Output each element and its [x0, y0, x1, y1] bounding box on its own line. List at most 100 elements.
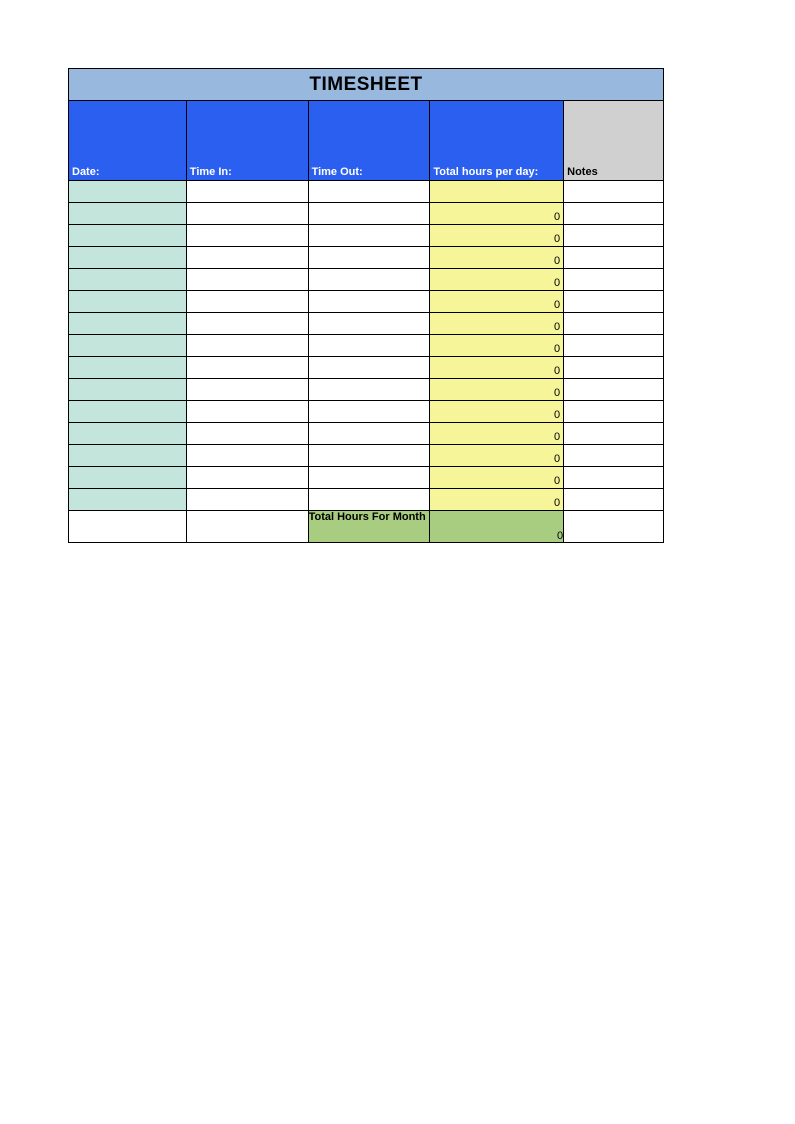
date-cell[interactable] [69, 181, 187, 203]
date-cell[interactable] [69, 313, 187, 335]
total-cell: 0 [430, 203, 564, 225]
notes-cell[interactable] [564, 181, 664, 203]
total-cell: 0 [430, 379, 564, 401]
time-in-cell[interactable] [186, 379, 308, 401]
date-cell[interactable] [69, 291, 187, 313]
total-cell: 0 [430, 269, 564, 291]
date-cell[interactable] [69, 401, 187, 423]
header-total: Total hours per day: [430, 101, 564, 181]
time-in-cell[interactable] [186, 489, 308, 511]
total-month-label: Total Hours For Month [308, 511, 430, 543]
time-out-cell[interactable] [308, 291, 430, 313]
header-time-out: Time Out: [308, 101, 430, 181]
date-cell[interactable] [69, 423, 187, 445]
time-in-cell[interactable] [186, 401, 308, 423]
notes-cell[interactable] [564, 291, 664, 313]
table-row: 0 [69, 357, 664, 379]
date-cell[interactable] [69, 269, 187, 291]
total-cell: 0 [430, 313, 564, 335]
notes-cell[interactable] [564, 203, 664, 225]
date-cell[interactable] [69, 489, 187, 511]
time-in-cell[interactable] [186, 269, 308, 291]
time-out-cell[interactable] [308, 401, 430, 423]
table-row: 0 [69, 489, 664, 511]
header-date: Date: [69, 101, 187, 181]
sheet-title: TIMESHEET [69, 69, 664, 101]
date-cell[interactable] [69, 467, 187, 489]
table-row: 0 [69, 313, 664, 335]
date-cell[interactable] [69, 357, 187, 379]
time-out-cell[interactable] [308, 335, 430, 357]
table-row: 0 [69, 269, 664, 291]
total-cell: 0 [430, 335, 564, 357]
total-cell: 0 [430, 291, 564, 313]
time-in-cell[interactable] [186, 357, 308, 379]
time-out-cell[interactable] [308, 313, 430, 335]
timesheet-table: TIMESHEET Date: Time In: Time Out: Total… [68, 68, 664, 543]
table-row: 0 [69, 225, 664, 247]
notes-cell[interactable] [564, 379, 664, 401]
time-in-cell[interactable] [186, 313, 308, 335]
total-cell: 0 [430, 225, 564, 247]
table-row: 0 [69, 467, 664, 489]
table-row [69, 181, 664, 203]
time-in-cell[interactable] [186, 247, 308, 269]
total-cell: 0 [430, 401, 564, 423]
time-out-cell[interactable] [308, 181, 430, 203]
date-cell[interactable] [69, 445, 187, 467]
time-in-cell[interactable] [186, 203, 308, 225]
summary-row: Total Hours For Month 0 [69, 511, 664, 543]
empty-cell [186, 511, 308, 543]
empty-cell [564, 511, 664, 543]
notes-cell[interactable] [564, 335, 664, 357]
date-cell[interactable] [69, 335, 187, 357]
notes-cell[interactable] [564, 489, 664, 511]
time-in-cell[interactable] [186, 445, 308, 467]
time-in-cell[interactable] [186, 467, 308, 489]
table-row: 0 [69, 203, 664, 225]
notes-cell[interactable] [564, 247, 664, 269]
table-row: 0 [69, 401, 664, 423]
table-row: 0 [69, 291, 664, 313]
time-out-cell[interactable] [308, 445, 430, 467]
time-out-cell[interactable] [308, 225, 430, 247]
time-in-cell[interactable] [186, 423, 308, 445]
header-notes: Notes [564, 101, 664, 181]
total-cell: 0 [430, 445, 564, 467]
table-row: 0 [69, 445, 664, 467]
time-in-cell[interactable] [186, 291, 308, 313]
total-cell [430, 181, 564, 203]
notes-cell[interactable] [564, 467, 664, 489]
notes-cell[interactable] [564, 401, 664, 423]
time-out-cell[interactable] [308, 247, 430, 269]
total-cell: 0 [430, 357, 564, 379]
time-out-cell[interactable] [308, 423, 430, 445]
table-row: 0 [69, 247, 664, 269]
date-cell[interactable] [69, 247, 187, 269]
notes-cell[interactable] [564, 269, 664, 291]
notes-cell[interactable] [564, 313, 664, 335]
total-cell: 0 [430, 247, 564, 269]
time-out-cell[interactable] [308, 357, 430, 379]
notes-cell[interactable] [564, 357, 664, 379]
time-out-cell[interactable] [308, 203, 430, 225]
time-in-cell[interactable] [186, 181, 308, 203]
notes-cell[interactable] [564, 445, 664, 467]
title-row: TIMESHEET [69, 69, 664, 101]
notes-cell[interactable] [564, 225, 664, 247]
time-in-cell[interactable] [186, 335, 308, 357]
time-out-cell[interactable] [308, 467, 430, 489]
header-row: Date: Time In: Time Out: Total hours per… [69, 101, 664, 181]
total-cell: 0 [430, 467, 564, 489]
notes-cell[interactable] [564, 423, 664, 445]
time-out-cell[interactable] [308, 489, 430, 511]
date-cell[interactable] [69, 379, 187, 401]
time-out-cell[interactable] [308, 379, 430, 401]
table-row: 0 [69, 379, 664, 401]
time-out-cell[interactable] [308, 269, 430, 291]
total-month-value: 0 [430, 511, 564, 543]
table-row: 0 [69, 423, 664, 445]
date-cell[interactable] [69, 203, 187, 225]
date-cell[interactable] [69, 225, 187, 247]
time-in-cell[interactable] [186, 225, 308, 247]
